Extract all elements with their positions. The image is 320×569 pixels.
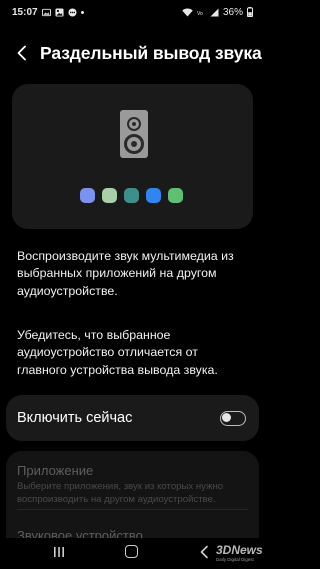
- enable-now-switch[interactable]: [220, 410, 246, 426]
- speaker-tweeter: [127, 117, 141, 131]
- app-setting-title: Приложение: [17, 463, 94, 478]
- back-icon[interactable]: [199, 545, 209, 559]
- home-icon[interactable]: [125, 545, 138, 558]
- gallery-icon: [41, 8, 51, 16]
- status-right: Vo 36%: [182, 7, 253, 18]
- battery-percent: 36%: [222, 6, 243, 18]
- description-paragraph-2: Убедитесь, что выбранное аудиоустройство…: [17, 328, 218, 377]
- speaker-icon: [120, 110, 148, 158]
- status-time: 15:07: [12, 6, 38, 18]
- watermark-main: 3DNews: [216, 543, 263, 557]
- switch-knob: [222, 412, 231, 422]
- color-dot: [124, 188, 139, 203]
- page-title: Раздельный вывод звука: [40, 42, 262, 63]
- color-dot: [102, 188, 117, 203]
- recent-apps-icon[interactable]: [52, 546, 66, 558]
- color-dot: [80, 188, 95, 203]
- chevron-left-icon: [17, 45, 26, 61]
- enable-now-label: Включить сейчас: [17, 410, 133, 426]
- wifi-icon: [182, 8, 193, 16]
- watermark-tag: Daily Digital Digest: [216, 557, 254, 562]
- header: Раздельный вывод звука: [0, 36, 265, 70]
- status-bar: 15:07 Vo 36%: [0, 0, 265, 24]
- list-divider: [17, 509, 248, 510]
- description-paragraph-1: Воспроизводите звук мультимедиа из выбра…: [17, 249, 234, 298]
- volte-icon: Vo: [197, 11, 203, 17]
- notification-dot-icon: [80, 10, 84, 14]
- color-dot: [168, 188, 183, 203]
- app-setting-subtitle: Выберите приложения, звук из которых нуж…: [17, 481, 224, 505]
- color-dots: [80, 188, 183, 203]
- watermark: 3DNews Daily Digital Digest: [214, 543, 264, 565]
- svg-text:Vo: Vo: [197, 11, 203, 17]
- screen: 15:07 Vo 36% Раздельный вывод звука Восп…: [0, 0, 265, 569]
- image-icon: [55, 7, 64, 17]
- battery-icon: [247, 7, 253, 17]
- navigation-bar: 3DNews Daily Digital Digest: [0, 538, 265, 569]
- enable-now-row[interactable]: Включить сейчас: [6, 395, 259, 441]
- color-dot: [146, 188, 161, 203]
- back-button[interactable]: [2, 36, 42, 70]
- chat-icon: [68, 7, 77, 17]
- speaker-woofer: [124, 134, 144, 154]
- signal-icon: [210, 8, 219, 16]
- status-left: 15:07: [12, 7, 84, 18]
- illustration-card: [12, 84, 253, 229]
- app-setting-item: Приложение Выберите приложения, звук из …: [17, 463, 249, 506]
